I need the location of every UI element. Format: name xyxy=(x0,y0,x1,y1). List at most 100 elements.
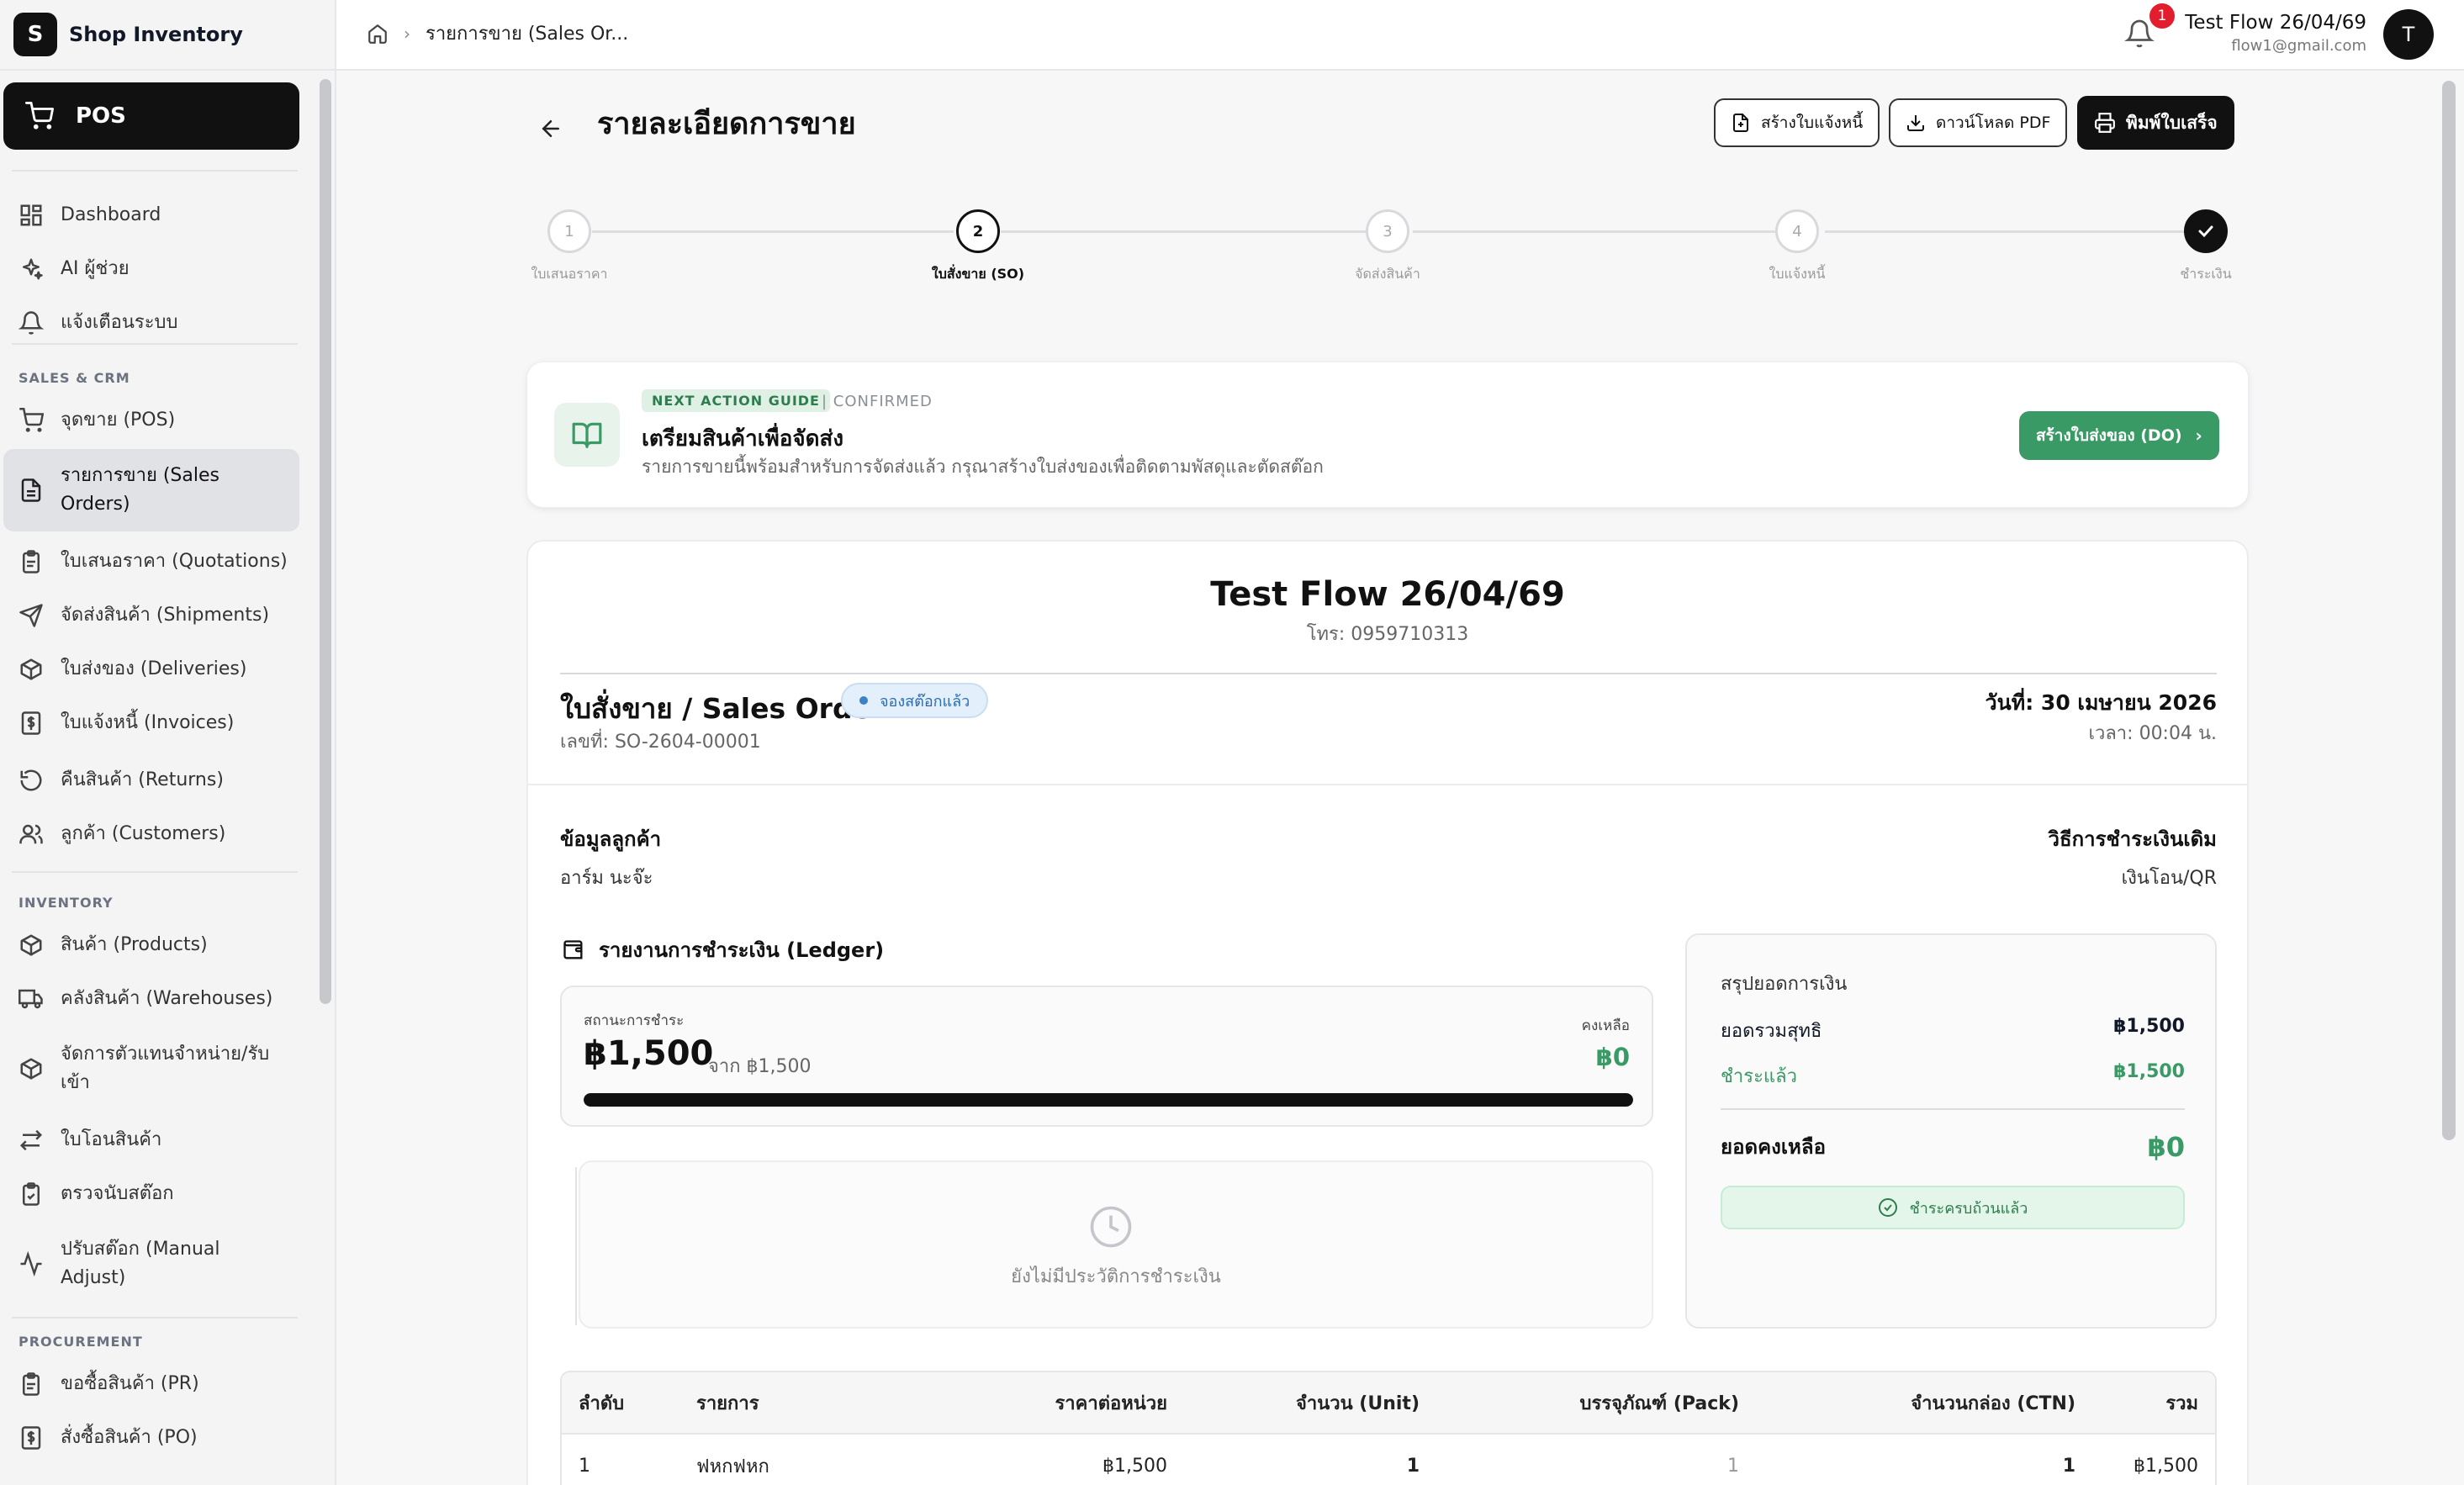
package-icon xyxy=(20,658,42,680)
brand[interactable]: S Shop Inventory xyxy=(0,0,335,71)
pos-button[interactable]: POS xyxy=(3,82,299,150)
sidebar-item-stock-count[interactable]: ตรวจนับสต๊อก xyxy=(3,1167,299,1221)
sidebar-item-vendors[interactable]: จัดการตัวแทนจำหน่าย/รับเข้า xyxy=(3,1028,299,1110)
create-delivery-order-button[interactable]: สร้างใบส่งของ (DO) › xyxy=(2019,411,2219,460)
page-scrollbar[interactable] xyxy=(2442,81,2456,1140)
remaining-value: ฿0 xyxy=(1595,1043,1630,1071)
sidebar-item-transfers[interactable]: ใบโอนสินค้า xyxy=(3,1113,299,1167)
summary-balance-label: ยอดคงเหลือ xyxy=(1721,1135,1826,1159)
divider xyxy=(560,673,2217,674)
dashboard-icon xyxy=(20,204,42,226)
back-arrow-icon[interactable] xyxy=(538,116,563,145)
section-label-sales: SALES & CRM xyxy=(19,370,130,386)
truck-icon xyxy=(19,989,43,1009)
document-customer-title: Test Flow 26/04/69 xyxy=(1210,575,1565,614)
step-5-label: ชำระเงิน xyxy=(2180,266,2232,282)
sidebar-item-deliveries[interactable]: ใบส่งของ (Deliveries) xyxy=(3,642,299,696)
chevron-right-icon: › xyxy=(404,23,410,44)
sidebar-item-label: จัดส่งสินค้า (Shipments) xyxy=(61,605,270,626)
summary-paid-label: ชำระแล้ว xyxy=(1721,1066,1797,1087)
create-invoice-label: สร้างใบแจ้งหนี้ xyxy=(1761,114,1864,132)
sidebar-item-pos[interactable]: จุดขาย (POS) xyxy=(3,394,299,447)
guide-tag: NEXT ACTION GUIDE xyxy=(642,389,830,412)
clipboard-check-icon xyxy=(23,1182,40,1206)
sidebar-item-label: คลังสินค้า (Warehouses) xyxy=(61,988,273,1009)
summary-net-value: ฿1,500 xyxy=(2113,1016,2185,1037)
sidebar-item-notifications[interactable]: แจ้งเตือนระบบ xyxy=(3,296,299,350)
sidebar-item-label: ใบเสนอราคา (Quotations) xyxy=(61,551,288,572)
summary-balance-value: ฿0 xyxy=(2147,1130,2185,1163)
cart-icon xyxy=(19,408,44,432)
summary-balance-row: ยอดคงเหลือ ฿0 xyxy=(1721,1130,2185,1163)
package-icon xyxy=(20,1058,42,1080)
sidebar-item-dashboard[interactable]: Dashboard xyxy=(3,188,299,242)
summary-net-row: ยอดรวมสุทธิ ฿1,500 xyxy=(1721,1016,2185,1045)
top-bar: › รายการขาย (Sales Or... 1 Test Flow 26/… xyxy=(336,0,2464,71)
sidebar-item-label: รายการขาย (Sales Orders) xyxy=(61,465,219,515)
table-cell: ฟหกฟหก xyxy=(696,1456,769,1477)
clock-icon xyxy=(1088,1204,1134,1253)
document-date: วันที่: 30 เมษายน 2026 xyxy=(1985,690,2217,715)
sidebar-scrollbar[interactable] xyxy=(320,79,331,1004)
document-time: เวลา: 00:04 น. xyxy=(2088,723,2217,744)
fully-paid-label: ชำระครบถ้วนแล้ว xyxy=(1909,1199,2028,1218)
sidebar-item-returns[interactable]: คืนสินค้า (Returns) xyxy=(3,753,299,807)
sidebar-item-label: ปรับสต๊อก (Manual Adjust) xyxy=(61,1239,220,1288)
download-pdf-button[interactable]: ดาวน์โหลด PDF xyxy=(1889,98,2068,147)
empty-history-text: ยังไม่มีประวัติการชำระเงิน xyxy=(1011,1266,1221,1287)
sidebar-item-ai[interactable]: AI ผู้ช่วย xyxy=(3,242,299,296)
sidebar-item-label: สั่งซื้อสินค้า (PO) xyxy=(61,1427,198,1448)
status-badge: จองสต๊อกแล้ว xyxy=(841,683,989,718)
table-cell: ฿1,500 xyxy=(2134,1455,2198,1477)
table-header: ลำดับ รายการ ราคาต่อหน่วย จำนวน (Unit) บ… xyxy=(562,1372,2215,1435)
notification-count-badge: 1 xyxy=(2149,3,2175,29)
sidebar-item-label: ลูกค้า (Customers) xyxy=(61,823,226,844)
column-header: ราคาต่อหน่วย xyxy=(1055,1393,1167,1414)
column-header: บรรจุภัณฑ์ (Pack) xyxy=(1579,1393,1739,1414)
notification-bell-icon[interactable] xyxy=(2124,18,2155,52)
sidebar-item-invoices[interactable]: ใบแจ้งหนี้ (Invoices) xyxy=(3,696,299,750)
payment-progress-fill xyxy=(584,1093,1633,1107)
step-connector xyxy=(592,230,954,233)
document-icon xyxy=(21,478,41,502)
avatar[interactable]: T xyxy=(2383,9,2434,60)
next-action-guide-card: NEXT ACTION GUIDE | CONFIRMED เตรียมสินค… xyxy=(526,362,2249,508)
step-3-circle: 3 xyxy=(1366,209,1409,253)
sidebar-item-products[interactable]: สินค้า (Products) xyxy=(3,918,299,972)
user-email: flow1@gmail.com xyxy=(2231,37,2366,55)
fully-paid-badge: ชำระครบถ้วนแล้ว xyxy=(1721,1186,2185,1229)
print-receipt-button[interactable]: พิมพ์ใบเสร็จ xyxy=(2077,96,2234,150)
sidebar-item-warehouses[interactable]: คลังสินค้า (Warehouses) xyxy=(3,972,299,1026)
sidebar-item-manual-adjust[interactable]: ปรับสต๊อก (Manual Adjust) xyxy=(3,1223,299,1305)
divider xyxy=(12,871,298,873)
print-receipt-label: พิมพ์ใบเสร็จ xyxy=(2126,112,2218,133)
printer-icon xyxy=(2095,113,2115,133)
sidebar-item-customers[interactable]: ลูกค้า (Customers) xyxy=(3,807,299,861)
sidebar-item-sales-orders[interactable]: รายการขาย (Sales Orders) xyxy=(3,449,299,531)
sidebar-item-purchase-request[interactable]: ขอซื้อสินค้า (PR) xyxy=(3,1357,299,1411)
payment-status-card: สถานะการชำระ ฿1,500 จาก ฿1,500 คงเหลือ ฿… xyxy=(560,986,1653,1127)
divider xyxy=(1721,1108,2185,1110)
breadcrumb-current[interactable]: รายการขาย (Sales Or... xyxy=(426,18,628,48)
table-cell: 1 xyxy=(1727,1455,1739,1477)
send-icon xyxy=(19,604,43,627)
create-invoice-button[interactable]: สร้างใบแจ้งหนี้ xyxy=(1714,98,1880,147)
sidebar-scroll-area: POS Dashboard AI ผู้ช่วย แจ้งเตือนระบบ S… xyxy=(0,71,336,1485)
create-delivery-order-label: สร้างใบส่งของ (DO) xyxy=(2036,426,2182,445)
home-icon[interactable] xyxy=(367,23,389,45)
section-label-inventory: INVENTORY xyxy=(19,895,114,911)
sidebar-item-label: สินค้า (Products) xyxy=(61,934,208,955)
order-status: | CONFIRMED xyxy=(822,393,933,410)
table-cell: 1 xyxy=(1406,1455,1420,1477)
download-icon xyxy=(1907,115,1924,131)
invoice-icon xyxy=(21,1426,41,1450)
sidebar-item-quotations[interactable]: ใบเสนอราคา (Quotations) xyxy=(3,535,299,589)
sidebar-item-purchase-order[interactable]: สั่งซื้อสินค้า (PO) xyxy=(3,1411,299,1465)
sidebar-item-shipments[interactable]: จัดส่งสินค้า (Shipments) xyxy=(3,589,299,642)
divider xyxy=(12,343,298,345)
check-circle-icon xyxy=(1878,1198,1897,1217)
column-header: รวม xyxy=(2165,1393,2198,1414)
table-row[interactable]: 1 ฟหกฟหก ฿1,500 1 1 1 ฿1,500 xyxy=(562,1435,2215,1485)
document-type-title: ใบสั่งขาย / Sales Order xyxy=(560,692,886,725)
ledger-title: รายงานการชำระเงิน (Ledger) xyxy=(599,938,885,962)
